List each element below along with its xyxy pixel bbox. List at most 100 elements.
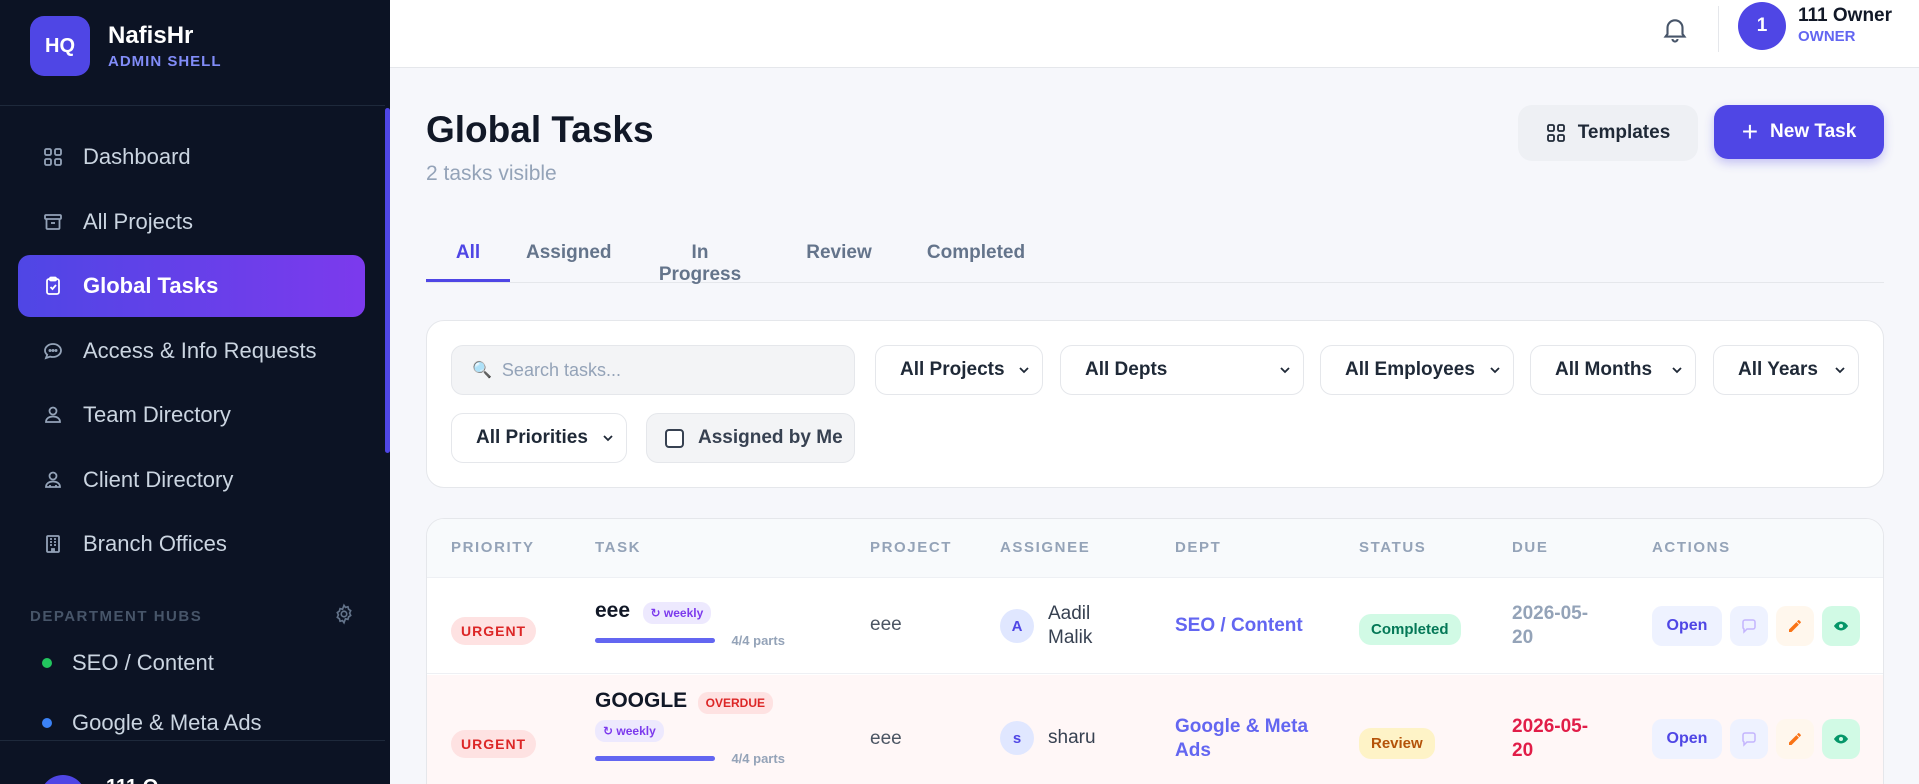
project-name: eee	[870, 728, 902, 749]
page-subtitle: 2 tasks visible	[426, 162, 557, 185]
avatar: s	[1000, 721, 1034, 755]
years-select[interactable]: All Years	[1713, 345, 1859, 395]
recurrence-badge: ↻ weekly	[595, 719, 664, 742]
new-task-button[interactable]: + New Task	[1714, 105, 1884, 159]
sidebar-item-client-directory[interactable]: Client Directory	[18, 449, 365, 511]
building-icon	[43, 534, 63, 554]
sidebar-item-global-tasks[interactable]: Global Tasks	[18, 255, 365, 317]
depts-select[interactable]: All Depts	[1060, 345, 1304, 395]
status-badge: Completed	[1359, 614, 1461, 645]
users-icon	[43, 470, 63, 490]
main-content: Global Tasks 2 tasks visible Templates +…	[390, 68, 1919, 784]
tab-bar: All Assigned In Progress Review Complete…	[426, 234, 1884, 285]
due-date-line1: 2026-05-	[1512, 603, 1589, 624]
table-row[interactable]: URGENT eee ↻ weekly 4/4 parts eee A Aadi…	[427, 578, 1883, 674]
archive-icon	[43, 212, 63, 232]
search-input[interactable]	[501, 359, 842, 381]
bell-icon[interactable]	[1660, 14, 1690, 44]
sidebar-item-access-requests[interactable]: Access & Info Requests	[18, 320, 365, 382]
overdue-badge: OVERDUE	[697, 691, 773, 714]
dept-name-line2: Ads	[1175, 740, 1211, 761]
column-header-status[interactable]: STATUS	[1359, 539, 1426, 556]
sidebar-item-label: All Projects	[83, 208, 194, 234]
dept-link[interactable]: Google & Meta Ads	[1175, 715, 1308, 763]
templates-button[interactable]: Templates	[1518, 105, 1698, 161]
comment-icon[interactable]	[1730, 719, 1768, 759]
column-header-actions[interactable]: ACTIONS	[1652, 539, 1731, 556]
open-button[interactable]: Open	[1652, 719, 1722, 759]
months-select[interactable]: All Months	[1530, 345, 1696, 395]
sidebar-nav: Dashboard All Projects Global Tasks Acce…	[18, 126, 365, 578]
chevron-down-icon	[1835, 367, 1845, 374]
tab-all[interactable]: All	[426, 234, 510, 282]
row-actions: Open	[1652, 719, 1860, 759]
avatar[interactable]: 1	[1738, 2, 1786, 50]
edit-icon[interactable]	[1776, 606, 1814, 646]
projects-select[interactable]: All Projects	[875, 345, 1043, 395]
tab-assigned[interactable]: Assigned	[526, 234, 612, 282]
progress-bar	[595, 756, 715, 762]
avatar: A	[1000, 609, 1034, 643]
status-badge: Review	[1359, 728, 1435, 759]
sidebar-item-branch-offices[interactable]: Branch Offices	[18, 513, 365, 575]
sidebar-divider	[0, 105, 385, 106]
open-button[interactable]: Open	[1652, 606, 1722, 646]
column-header-project[interactable]: PROJECT	[870, 539, 952, 556]
column-header-task[interactable]: TASK	[595, 539, 641, 556]
status-dot	[42, 658, 52, 668]
hub-item-google-meta-ads[interactable]: Google & Meta Ads	[42, 710, 262, 736]
chevron-down-icon	[1490, 367, 1500, 374]
project-name: eee	[870, 614, 902, 635]
column-header-dept[interactable]: DEPT	[1175, 539, 1221, 556]
priorities-select[interactable]: All Priorities	[451, 413, 627, 463]
task-name[interactable]: GOOGLE	[595, 689, 687, 712]
due-date: 2026-05- 20	[1512, 715, 1588, 763]
assigned-by-me-toggle[interactable]: Assigned by Me	[646, 413, 855, 463]
table-row[interactable]: URGENT GOOGLE OVERDUE ↻ weekly 4/4 parts…	[427, 675, 1883, 784]
sidebar-item-team-directory[interactable]: Team Directory	[18, 384, 365, 446]
months-select-value: All Months	[1555, 359, 1653, 380]
eye-icon[interactable]	[1822, 719, 1860, 759]
brand-logo: HQ	[30, 16, 90, 76]
clipboard-icon	[43, 276, 63, 296]
user-role: OWNER	[1798, 28, 1856, 45]
dept-link[interactable]: SEO / Content	[1175, 614, 1303, 638]
priority-badge: URGENT	[451, 617, 537, 645]
hub-item-seo-content[interactable]: SEO / Content	[42, 650, 214, 676]
new-task-label: New Task	[1770, 121, 1857, 142]
sidebar-item-all-projects[interactable]: All Projects	[18, 191, 365, 253]
plus-icon: +	[1741, 116, 1759, 147]
priorities-select-value: All Priorities	[476, 427, 588, 448]
assignee-name-line1: sharu	[1048, 727, 1096, 748]
grid-icon	[1546, 123, 1566, 143]
tab-completed[interactable]: Completed	[926, 234, 1026, 282]
tab-in-progress[interactable]: In Progress	[650, 234, 750, 285]
hub-item-label: Google & Meta Ads	[72, 710, 262, 735]
hub-item-label: SEO / Content	[72, 650, 214, 675]
sidebar-item-dashboard[interactable]: Dashboard	[18, 126, 365, 188]
gear-icon[interactable]	[333, 603, 355, 630]
brand[interactable]: HQ NafisHr ADMIN SHELL	[30, 16, 222, 76]
tab-review[interactable]: Review	[805, 234, 873, 282]
edit-icon[interactable]	[1776, 719, 1814, 759]
comment-icon[interactable]	[1730, 606, 1768, 646]
avatar[interactable]	[40, 775, 86, 784]
chevron-down-icon	[603, 435, 613, 442]
topbar-divider	[1718, 6, 1719, 52]
status-dot	[42, 718, 52, 728]
department-hubs-title: DEPARTMENT HUBS	[30, 608, 203, 625]
sidebar-item-label: Client Directory	[83, 466, 234, 492]
due-date: 2026-05- 20	[1512, 602, 1588, 650]
sidebar: HQ NafisHr ADMIN SHELL Dashboard All Pro…	[0, 0, 390, 784]
employees-select[interactable]: All Employees	[1320, 345, 1514, 395]
parts-count: 4/4 parts	[731, 633, 785, 649]
column-header-priority[interactable]: PRIORITY	[451, 539, 535, 556]
column-header-due[interactable]: DUE	[1512, 539, 1548, 556]
task-name[interactable]: eee	[595, 599, 630, 622]
eye-icon[interactable]	[1822, 606, 1860, 646]
row-actions: Open	[1652, 606, 1860, 646]
page-title: Global Tasks	[426, 109, 654, 150]
assigned-by-me-checkbox[interactable]	[665, 428, 684, 448]
column-header-assignee[interactable]: ASSIGNEE	[1000, 539, 1090, 556]
search-box[interactable]: 🔍	[451, 345, 855, 395]
